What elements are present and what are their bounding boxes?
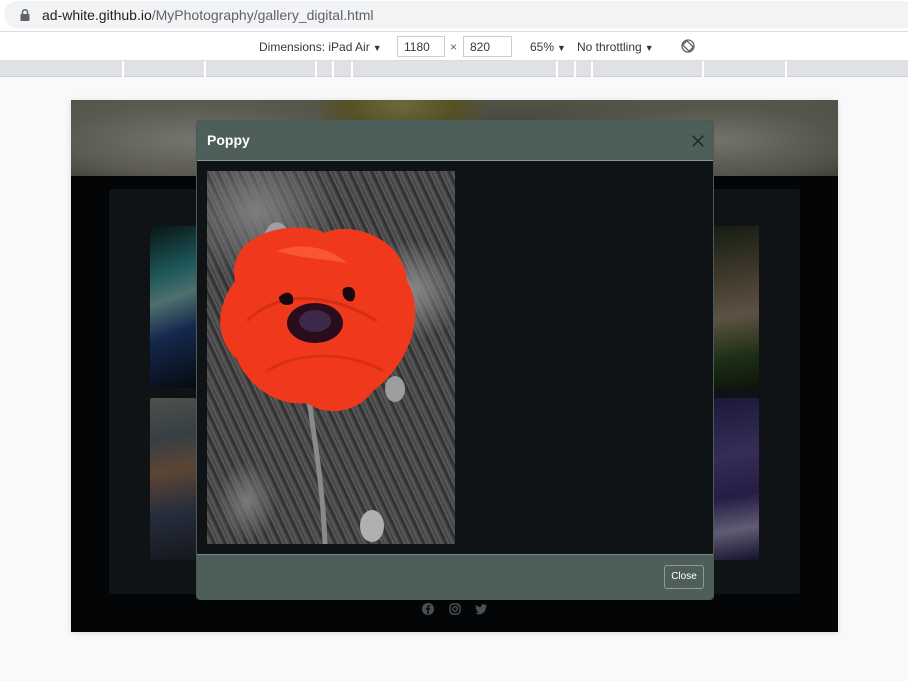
omnibox[interactable]: ad-white.github.io/MyPhotography/gallery… — [4, 1, 908, 28]
viewport-height-input[interactable]: 820 — [463, 36, 512, 57]
poppy-flower-illustration — [220, 222, 416, 544]
image-modal: Poppy Close — [196, 120, 714, 600]
ruler-divider — [785, 61, 787, 77]
ruler-divider — [122, 61, 124, 77]
close-button[interactable]: Close — [664, 565, 704, 589]
modal-header: Poppy — [197, 121, 713, 161]
zoom-dropdown[interactable]: 65% ▼ — [530, 40, 566, 54]
ruler-divider — [351, 61, 353, 77]
ruler-divider — [332, 61, 334, 77]
device-toolbar: Dimensions: iPad Air ▼ 1180 × 820 65% ▼ No… — [0, 31, 908, 61]
modal-footer: Close — [197, 554, 713, 599]
url-text[interactable]: ad-white.github.io/MyPhotography/gallery… — [42, 7, 374, 23]
ruler-divider — [574, 61, 576, 77]
poppy-photo — [207, 171, 455, 544]
throttling-label: No throttling — [577, 40, 642, 54]
ruler-divider — [204, 61, 206, 77]
address-bar: ad-white.github.io/MyPhotography/gallery… — [0, 0, 908, 31]
close-icon[interactable] — [691, 134, 705, 148]
viewport-width-input[interactable]: 1180 — [397, 36, 445, 57]
ruler-divider — [315, 61, 317, 77]
lock-icon — [20, 8, 30, 21]
ruler-divider — [702, 61, 704, 77]
device-dimensions-label: Dimensions: iPad Air — [259, 40, 370, 54]
ruler-divider — [556, 61, 558, 77]
rotate-icon[interactable] — [680, 38, 696, 54]
throttling-dropdown[interactable]: No throttling ▼ — [577, 40, 654, 54]
ruler-divider — [591, 61, 593, 77]
zoom-label: 65% — [530, 40, 555, 54]
modal-title: Poppy — [207, 132, 250, 148]
caret-down-icon: ▼ — [557, 43, 566, 53]
caret-down-icon: ▼ — [372, 43, 382, 53]
device-dimensions-dropdown[interactable]: Dimensions: iPad Air ▼ — [259, 40, 382, 54]
caret-down-icon: ▼ — [644, 43, 654, 53]
dimension-separator: × — [450, 40, 458, 54]
url-path: /MyPhotography/gallery_digital.html — [151, 7, 374, 23]
media-query-ruler[interactable] — [0, 61, 908, 77]
url-host: ad-white.github.io — [42, 7, 152, 23]
